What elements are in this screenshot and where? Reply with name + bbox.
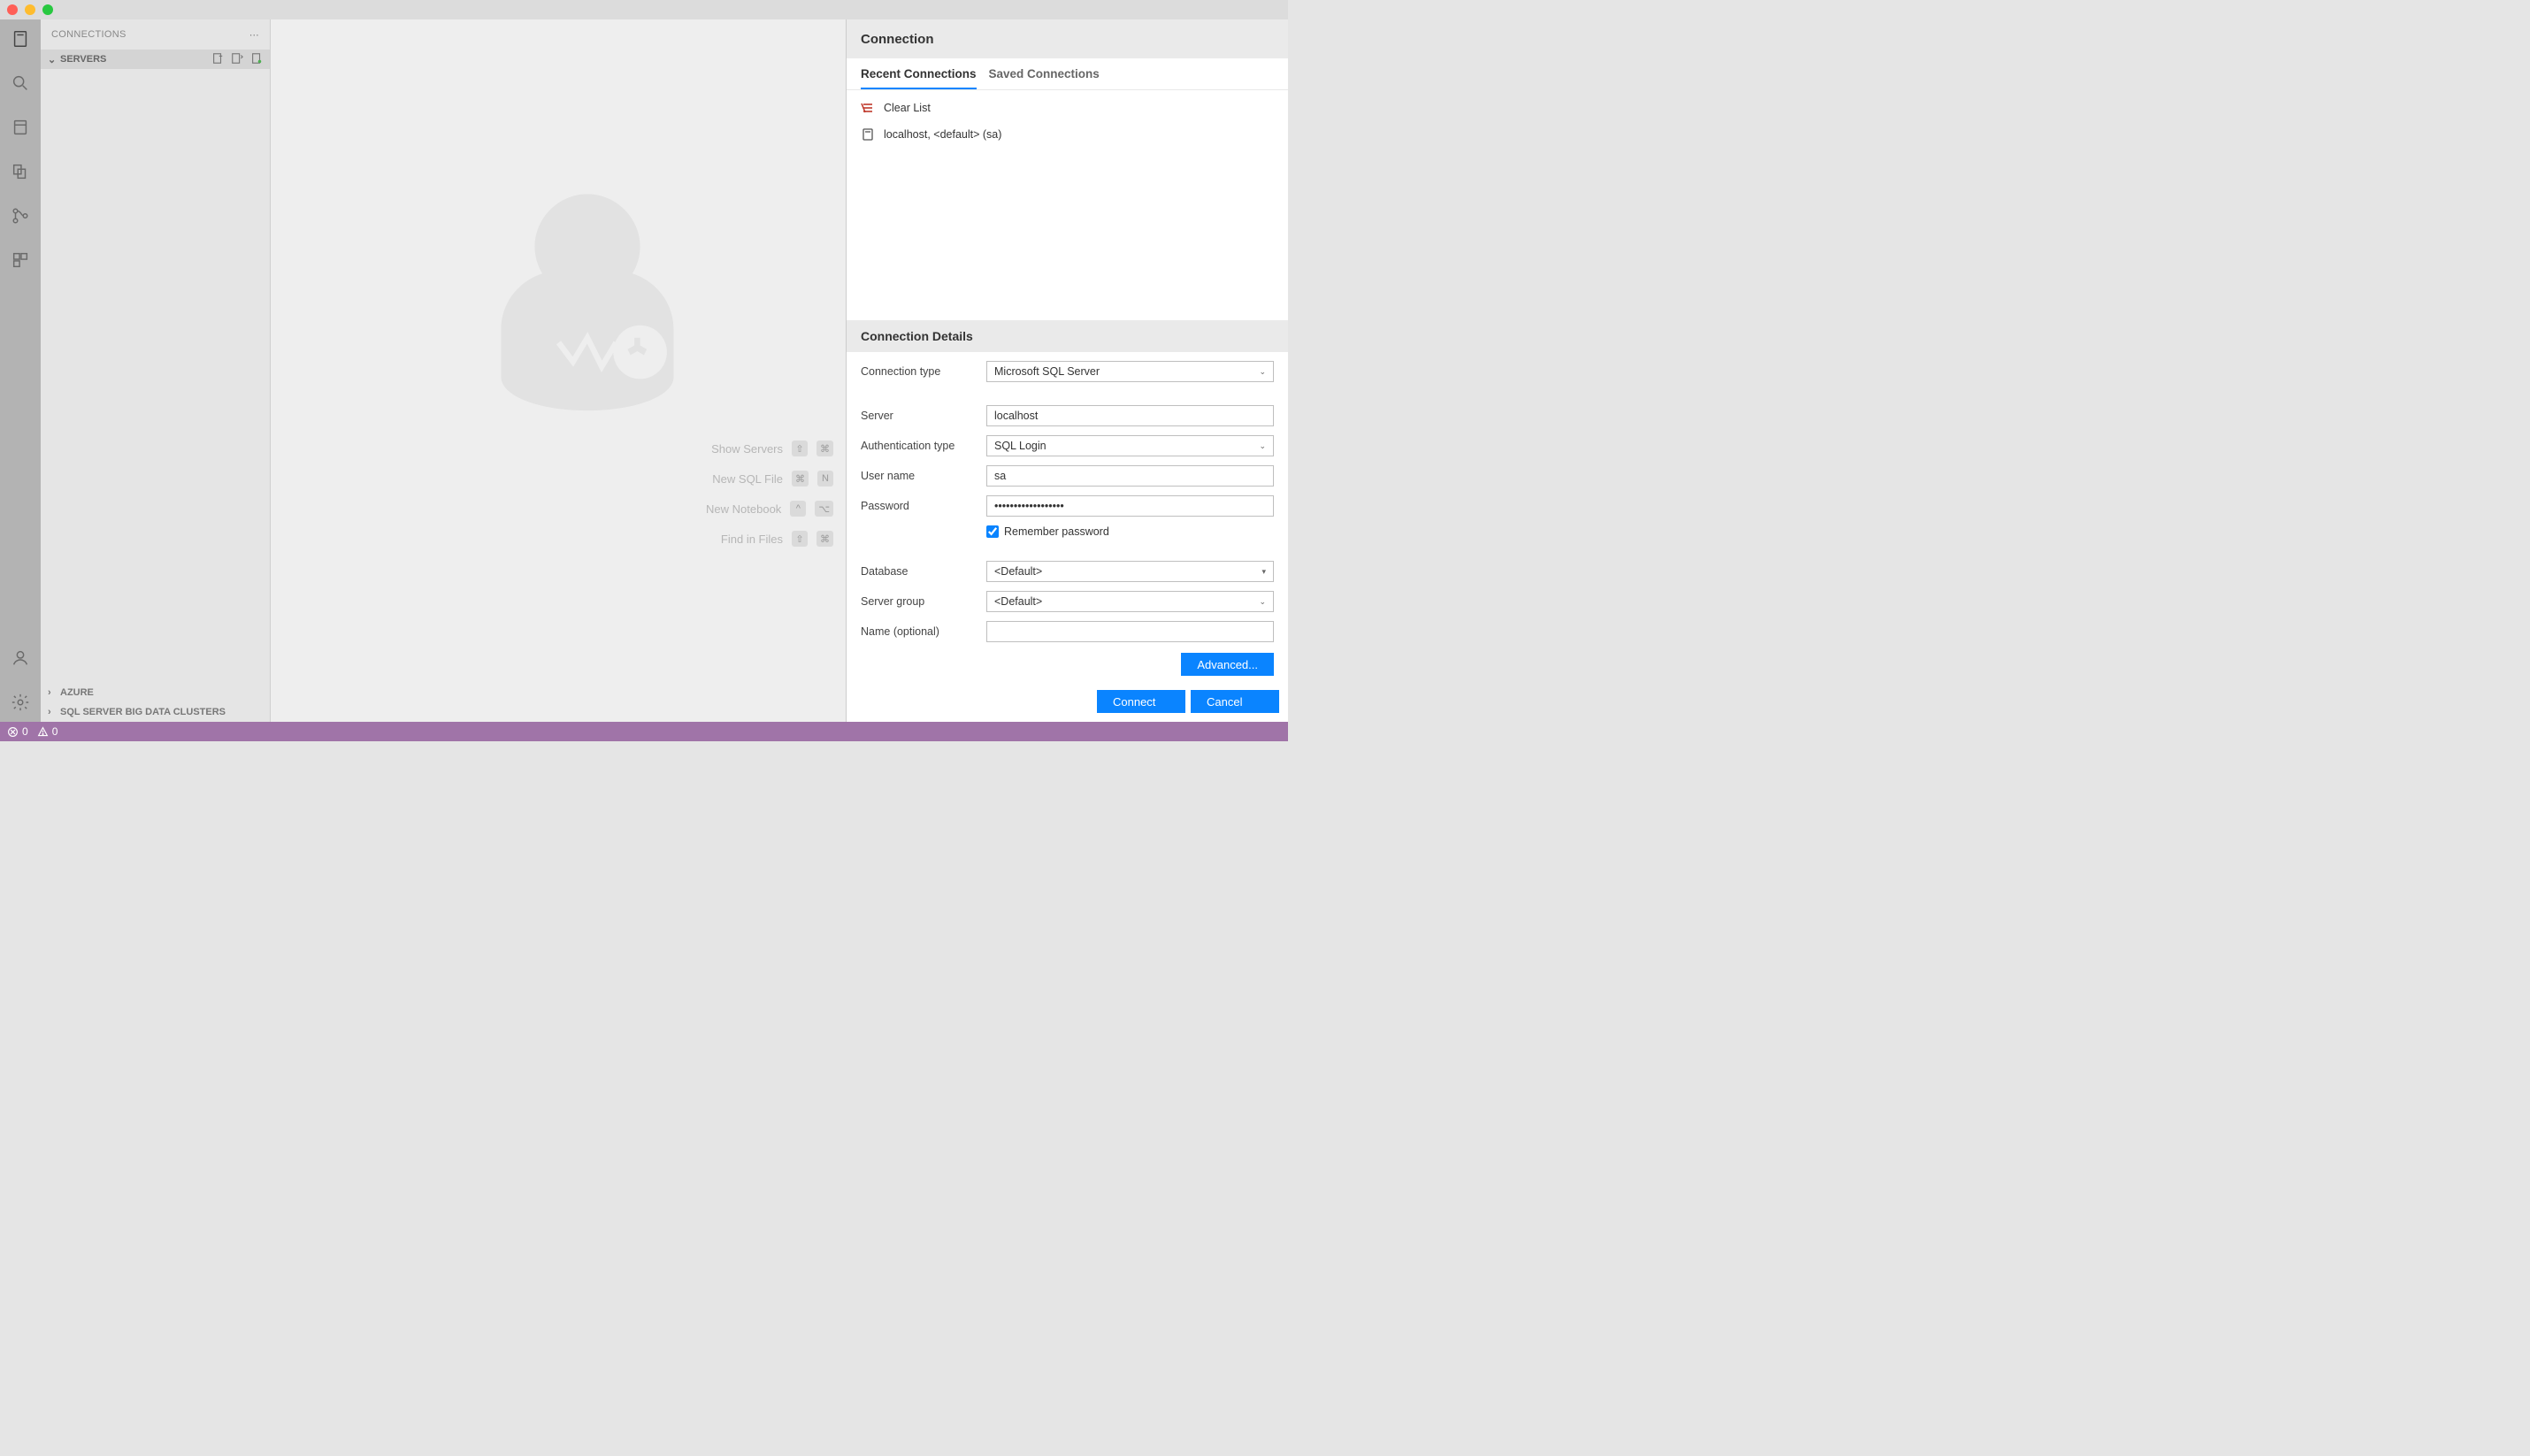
password-label: Password — [861, 500, 978, 512]
maximize-window-button[interactable] — [42, 4, 53, 15]
username-label: User name — [861, 470, 978, 482]
servergroup-value: <Default> — [994, 595, 1042, 608]
connection-type-label: Connection type — [861, 365, 978, 378]
database-value: <Default> — [994, 565, 1042, 578]
servers-tree — [41, 69, 270, 683]
auth-type-label: Authentication type — [861, 440, 978, 452]
minimize-window-button[interactable] — [25, 4, 35, 15]
connection-panel: Connection Recent Connections Saved Conn… — [846, 19, 1288, 722]
new-group-icon[interactable] — [231, 52, 243, 67]
activity-notebooks-icon[interactable] — [8, 115, 33, 140]
shortcut-key: N — [817, 471, 833, 487]
remember-password-checkbox[interactable] — [986, 525, 999, 538]
connections-sidebar: CONNECTIONS ⋯ ⌄ SERVERS › AZURE › SQL SE… — [41, 19, 271, 722]
caret-down-icon: ▾ — [1261, 567, 1266, 577]
sidebar-section-azure[interactable]: › AZURE — [41, 683, 270, 702]
chevron-right-icon: › — [48, 687, 57, 698]
chevron-down-icon: ⌄ — [1259, 367, 1266, 377]
sidebar-section-servers[interactable]: ⌄ SERVERS — [41, 50, 270, 69]
clear-list-label: Clear List — [884, 102, 931, 114]
sidebar-section-bigdata[interactable]: › SQL SERVER BIG DATA CLUSTERS — [41, 702, 270, 722]
shortcut-find-in-files: Find in Files ⇧ ⌘ — [721, 531, 833, 547]
advanced-button[interactable]: Advanced... — [1181, 653, 1274, 676]
remember-password-label: Remember password — [1004, 525, 1109, 538]
activity-bar — [0, 19, 41, 722]
watermark-logo — [490, 184, 685, 417]
shortcut-label: Find in Files — [721, 533, 783, 546]
password-input[interactable] — [986, 495, 1274, 517]
server-label: Server — [861, 410, 978, 422]
status-errors[interactable]: 0 — [7, 725, 28, 738]
close-window-button[interactable] — [7, 4, 18, 15]
connect-button[interactable]: Connect — [1097, 690, 1185, 713]
activity-explorer-icon[interactable] — [8, 159, 33, 184]
name-label: Name (optional) — [861, 625, 978, 638]
shortcut-show-servers: Show Servers ⇧ ⌘ — [711, 441, 833, 456]
clear-list-icon — [861, 101, 875, 115]
auth-type-select[interactable]: SQL Login ⌄ — [986, 435, 1274, 456]
connection-tabs: Recent Connections Saved Connections — [847, 58, 1288, 90]
recent-connections-list: Clear List localhost, <default> (sa) — [847, 90, 1288, 152]
activity-source-control-icon[interactable] — [8, 203, 33, 228]
shortcut-label: Show Servers — [711, 442, 783, 456]
recent-connection-item[interactable]: localhost, <default> (sa) — [859, 124, 1276, 145]
shortcut-key: ⌘ — [816, 531, 833, 547]
sidebar-title-row: CONNECTIONS ⋯ — [41, 19, 270, 50]
shortcut-key: ⌘ — [792, 471, 809, 487]
chevron-right-icon: › — [48, 707, 57, 717]
server-input[interactable] — [986, 405, 1274, 426]
status-warnings-count: 0 — [52, 725, 58, 738]
window-titlebar — [0, 0, 1288, 19]
recent-connection-label: localhost, <default> (sa) — [884, 128, 1001, 141]
activity-account-icon[interactable] — [8, 646, 33, 671]
sidebar-title: CONNECTIONS — [51, 29, 126, 40]
shortcut-key: ⇧ — [792, 531, 808, 547]
activity-settings-icon[interactable] — [8, 690, 33, 715]
chevron-down-icon: ⌄ — [1259, 441, 1266, 451]
chevron-down-icon: ⌄ — [48, 54, 57, 65]
status-errors-count: 0 — [22, 725, 28, 738]
connection-type-value: Microsoft SQL Server — [994, 365, 1100, 378]
chevron-down-icon: ⌄ — [1259, 597, 1266, 607]
auth-type-value: SQL Login — [994, 440, 1046, 452]
activity-search-icon[interactable] — [8, 71, 33, 96]
bigdata-label: SQL SERVER BIG DATA CLUSTERS — [60, 707, 226, 717]
database-label: Database — [861, 565, 978, 578]
connection-footer: Connect Cancel — [847, 683, 1288, 722]
clear-list-button[interactable]: Clear List — [859, 97, 1276, 119]
server-icon — [861, 127, 875, 142]
status-bar: 0 0 — [0, 722, 1288, 741]
status-warnings[interactable]: 0 — [37, 725, 58, 738]
new-connection-icon[interactable] — [211, 52, 224, 67]
connection-details-title: Connection Details — [847, 320, 1288, 352]
new-server-icon[interactable] — [250, 52, 263, 67]
welcome-shortcuts: Show Servers ⇧ ⌘ New SQL File ⌘ N New No… — [706, 441, 833, 547]
shortcut-key: ^ — [790, 501, 806, 517]
servergroup-select[interactable]: <Default> ⌄ — [986, 591, 1274, 612]
shortcut-label: New SQL File — [712, 472, 783, 486]
azure-label: AZURE — [60, 687, 94, 698]
tab-saved-connections[interactable]: Saved Connections — [989, 67, 1100, 89]
shortcut-label: New Notebook — [706, 502, 781, 516]
activity-connections-icon[interactable] — [8, 27, 33, 51]
shortcut-key: ⌘ — [816, 441, 833, 456]
activity-extensions-icon[interactable] — [8, 248, 33, 272]
servers-label: SERVERS — [60, 54, 106, 65]
sidebar-more-icon[interactable]: ⋯ — [249, 29, 259, 41]
name-input[interactable] — [986, 621, 1274, 642]
shortcut-key: ⌥ — [815, 501, 833, 517]
servergroup-label: Server group — [861, 595, 978, 608]
database-select[interactable]: <Default> ▾ — [986, 561, 1274, 582]
cancel-button[interactable]: Cancel — [1191, 690, 1279, 713]
connection-form: Connection type Microsoft SQL Server ⌄ S… — [847, 352, 1288, 649]
tab-recent-connections[interactable]: Recent Connections — [861, 67, 977, 89]
username-input[interactable] — [986, 465, 1274, 487]
editor-area: Show Servers ⇧ ⌘ New SQL File ⌘ N New No… — [271, 19, 846, 722]
connection-type-select[interactable]: Microsoft SQL Server ⌄ — [986, 361, 1274, 382]
connection-panel-title: Connection — [847, 19, 1288, 58]
shortcut-new-notebook: New Notebook ^ ⌥ — [706, 501, 833, 517]
shortcut-new-sql: New SQL File ⌘ N — [712, 471, 833, 487]
shortcut-key: ⇧ — [792, 441, 808, 456]
